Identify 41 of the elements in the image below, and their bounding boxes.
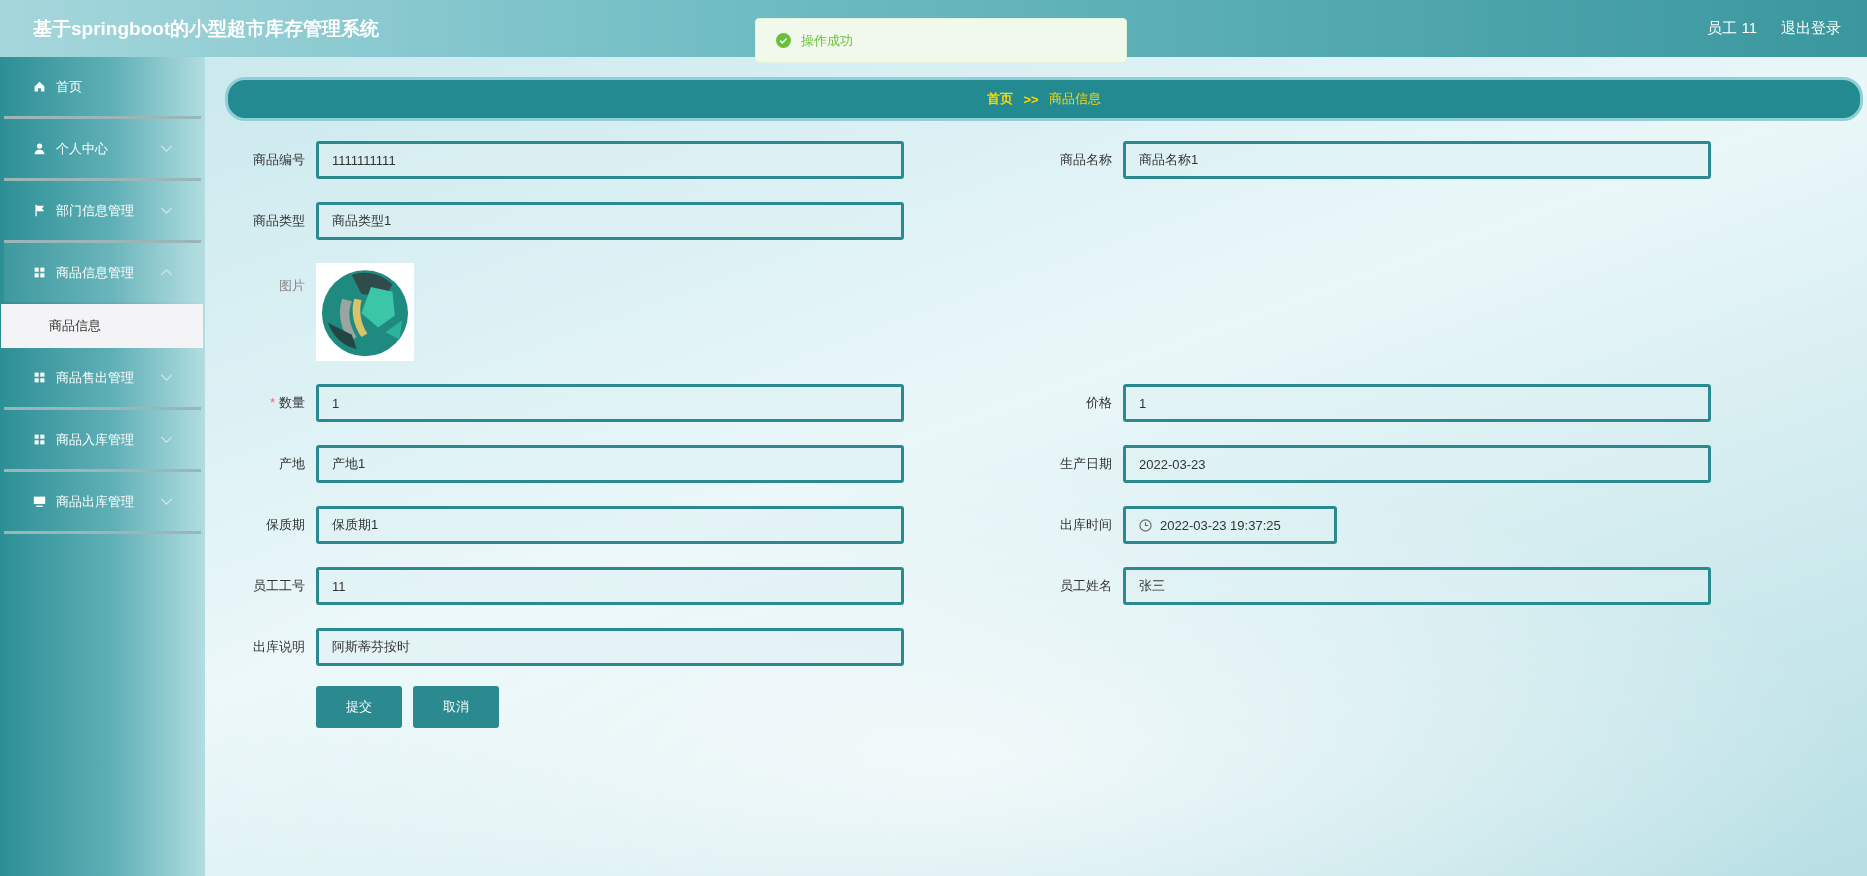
submit-button[interactable]: 提交: [316, 686, 402, 728]
field-label: 商品类型: [252, 212, 305, 230]
input-field[interactable]: 2022-03-23: [1123, 445, 1711, 483]
cancel-button[interactable]: 取消: [413, 686, 499, 728]
field-label: 员工工号: [252, 577, 305, 595]
input-field[interactable]: 保质期1: [316, 506, 904, 544]
input-field[interactable]: 1: [316, 384, 904, 422]
flag-icon: [33, 204, 46, 217]
input-field[interactable]: 商品名称1: [1123, 141, 1711, 179]
app-title: 基于springboot的小型超市库存管理系统: [33, 16, 380, 41]
submenu-item[interactable]: 商品信息: [1, 304, 203, 348]
field-label: 出库说明: [252, 638, 305, 656]
field-label: 商品名称: [1059, 151, 1112, 169]
user-icon: [33, 142, 46, 155]
field-label: 商品编号: [252, 151, 305, 169]
input-field[interactable]: 1: [1123, 384, 1711, 422]
breadcrumb-separator: >>: [1023, 91, 1039, 107]
input-field[interactable]: 产地1: [316, 445, 904, 483]
input-field[interactable]: 阿斯蒂芬按时: [316, 628, 904, 666]
check-circle-icon: [776, 33, 791, 48]
toast-message: 操作成功: [801, 31, 853, 50]
field-label: 价格: [1085, 394, 1112, 412]
clock-icon: [1139, 518, 1152, 532]
grid-icon: [33, 371, 46, 384]
field-label: 图片: [278, 277, 305, 295]
field-label: 生产日期: [1059, 455, 1112, 473]
user-name: 员工 11: [1707, 19, 1757, 38]
grid-icon: [33, 433, 46, 446]
input-field[interactable]: 11: [316, 567, 904, 605]
datetime-field[interactable]: 2022-03-23 19:37:25: [1123, 506, 1337, 544]
monitor-icon: [33, 495, 46, 508]
field-label: 出库时间: [1059, 516, 1112, 534]
grid-icon: [33, 266, 46, 279]
input-field[interactable]: 商品类型1: [316, 202, 904, 240]
field-label: 产地: [278, 455, 305, 473]
input-field[interactable]: 1111111111: [316, 141, 904, 179]
input-field[interactable]: 张三: [1123, 567, 1711, 605]
home-icon: [33, 80, 46, 93]
field-label: 保质期: [265, 516, 305, 534]
field-label: * 数量: [268, 394, 305, 412]
field-label: 员工姓名: [1059, 577, 1112, 595]
